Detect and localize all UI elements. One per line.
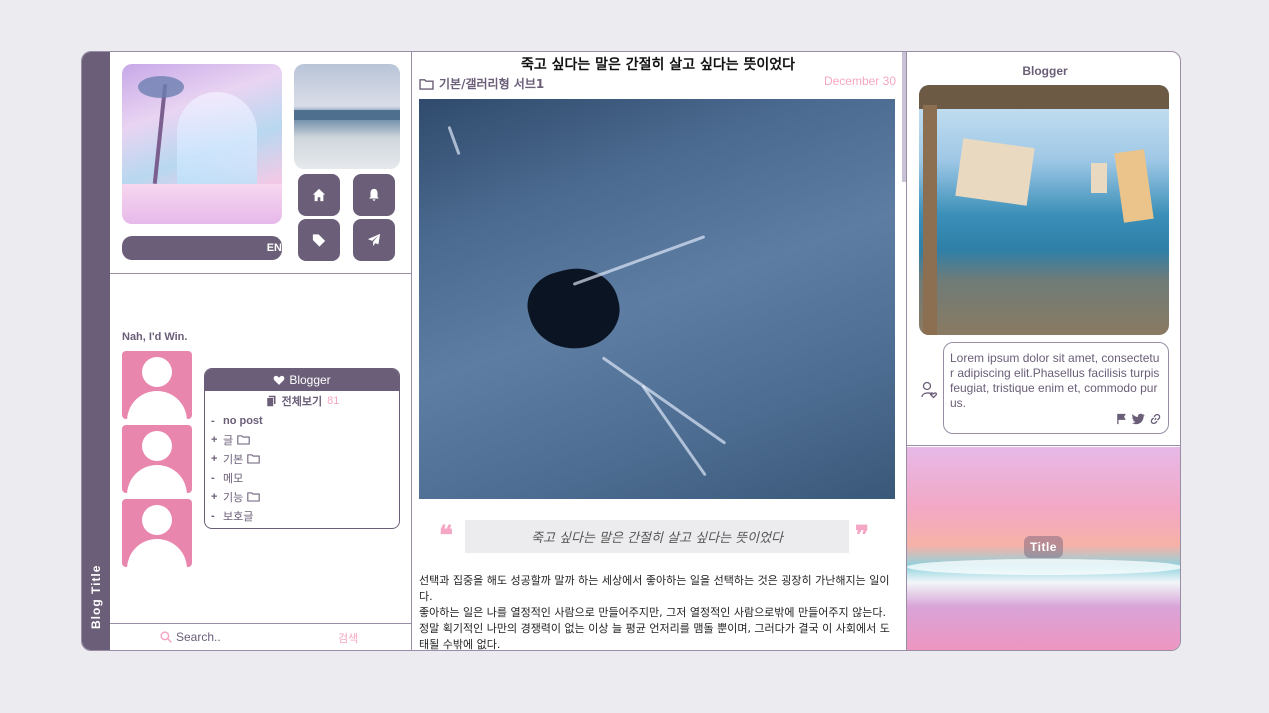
avatar[interactable] xyxy=(122,425,192,493)
category-toggle: - xyxy=(211,509,215,522)
left-column: EN Nah, I'd Win. Blogger 전체보기 81 - no po… xyxy=(110,52,412,650)
widget-section: Nah, I'd Win. Blogger 전체보기 81 - no post … xyxy=(110,275,412,623)
category-item-label: 글 xyxy=(223,434,234,447)
category-all-count: 81 xyxy=(327,395,340,407)
guestbook-button[interactable] xyxy=(353,219,395,261)
social-links xyxy=(1115,413,1162,425)
tag-icon xyxy=(312,234,326,247)
category-list: - no post + 글 + 기본 - 메모 + 기능 - 보호글 xyxy=(205,411,399,525)
sunset-photo: Title xyxy=(907,447,1180,650)
category-toggle: - xyxy=(211,414,215,427)
category-item[interactable]: - no post xyxy=(211,411,399,430)
flag-icon[interactable] xyxy=(1115,413,1128,425)
post-date: December 30 xyxy=(823,74,896,88)
blogger-label: Blogger xyxy=(1022,64,1068,78)
category-box: Blogger 전체보기 81 - no post + 글 + 기본 - 메모 … xyxy=(204,368,400,529)
progress-bar: EN xyxy=(122,236,282,260)
blog-frame: Blog Title EN Nah, I'd Win. Blogger 전체보기… xyxy=(81,51,1181,651)
avatar[interactable] xyxy=(122,499,192,567)
category-item[interactable]: + 기능 xyxy=(211,487,399,506)
post-quote: ❝ 죽고 싶다는 말은 간절히 살고 싶다는 뜻이었다 ❞ xyxy=(439,519,875,553)
quote-close-mark: ❞ xyxy=(855,521,869,551)
post-paragraph: 정말 획기적인 나만의 경쟁력이 없는 이상 늘 평균 언저리를 맴돌 뿐이며,… xyxy=(419,622,890,650)
category-toggle: + xyxy=(211,433,218,446)
category-item-label: 메모 xyxy=(223,472,244,485)
post-category[interactable]: 기본/갤러리형 서브1 xyxy=(419,75,544,92)
right-panel: Blogger Lorem ipsum dolor sit amet, cons… xyxy=(906,52,1180,650)
folder-icon xyxy=(237,435,250,445)
title-badge[interactable]: Title xyxy=(1024,536,1063,558)
comment-box: Lorem ipsum dolor sit amet, consectetur … xyxy=(943,342,1169,434)
category-item-label: 기능 xyxy=(223,491,244,504)
category-toggle: - xyxy=(211,471,215,484)
folder-icon xyxy=(247,454,260,464)
heart-icon xyxy=(273,375,285,385)
folder-icon xyxy=(419,78,434,90)
progress-label: EN xyxy=(266,242,282,254)
category-item-label: no post xyxy=(223,414,263,427)
post-image xyxy=(419,99,895,499)
bell-icon xyxy=(369,188,379,201)
category-toggle: + xyxy=(211,490,218,503)
category-header-label: Blogger xyxy=(289,373,331,387)
paper-plane-icon xyxy=(367,233,381,247)
post-category-label: 기본/갤러리형 서브1 xyxy=(439,77,545,91)
secondary-photo xyxy=(294,64,400,169)
category-item-label: 보호글 xyxy=(223,510,254,523)
home-button[interactable] xyxy=(298,174,340,216)
blogger-photo xyxy=(919,85,1169,335)
search-wrap xyxy=(160,630,306,644)
category-item[interactable]: + 글 xyxy=(211,430,399,449)
post-title[interactable]: 죽고 싶다는 말은 간절히 살고 싶다는 뜻이었다 xyxy=(413,54,903,74)
category-item[interactable]: - 보호글 xyxy=(211,506,399,525)
quote-text: 죽고 싶다는 말은 간절히 살고 싶다는 뜻이었다 xyxy=(465,519,849,553)
profile-photo xyxy=(122,64,282,224)
category-item[interactable]: + 기본 xyxy=(211,449,399,468)
post-area: 죽고 싶다는 말은 간절히 살고 싶다는 뜻이었다 기본/갤러리형 서브1 De… xyxy=(413,52,906,650)
blog-title[interactable]: Blog Title xyxy=(84,552,108,642)
widget-heading: Nah, I'd Win. xyxy=(122,331,188,343)
link-icon[interactable] xyxy=(1149,413,1162,425)
twitter-icon[interactable] xyxy=(1132,413,1145,425)
user-heart-icon xyxy=(921,381,938,403)
category-toggle: + xyxy=(211,452,218,465)
category-all-label: 전체보기 xyxy=(281,396,323,408)
search-button[interactable]: 검색 xyxy=(338,630,358,646)
avatar[interactable] xyxy=(122,351,192,419)
search-input[interactable] xyxy=(176,630,306,644)
home-icon xyxy=(312,188,326,202)
category-item-label: 기본 xyxy=(223,453,244,466)
post-paragraph: 좋아하는 일은 나를 열정적인 사람으로 만들어주지만, 그저 열정적인 사람으… xyxy=(419,606,886,619)
category-all-link[interactable]: 전체보기 81 xyxy=(205,391,399,411)
post-body: 선택과 집중을 해도 성공할까 말까 하는 세상에서 좋아하는 일을 선택하는 … xyxy=(419,573,897,650)
blogger-section: Blogger Lorem ipsum dolor sit amet, cons… xyxy=(907,52,1180,446)
folder-icon xyxy=(247,492,260,502)
post-paragraph: 선택과 집중을 해도 성공할까 말까 하는 세상에서 좋아하는 일을 선택하는 … xyxy=(419,574,890,603)
copy-icon xyxy=(266,395,276,407)
category-item[interactable]: - 메모 xyxy=(211,468,399,487)
category-header: Blogger xyxy=(205,369,399,391)
comment-text: Lorem ipsum dolor sit amet, consectetur … xyxy=(950,351,1160,410)
quote-open-mark: ❝ xyxy=(439,521,453,551)
blog-spine: Blog Title xyxy=(82,52,110,650)
notifications-button[interactable] xyxy=(353,174,395,216)
search-bar: 검색 xyxy=(110,623,412,650)
search-icon xyxy=(160,631,172,643)
tags-button[interactable] xyxy=(298,219,340,261)
profile-section: EN xyxy=(110,52,412,274)
